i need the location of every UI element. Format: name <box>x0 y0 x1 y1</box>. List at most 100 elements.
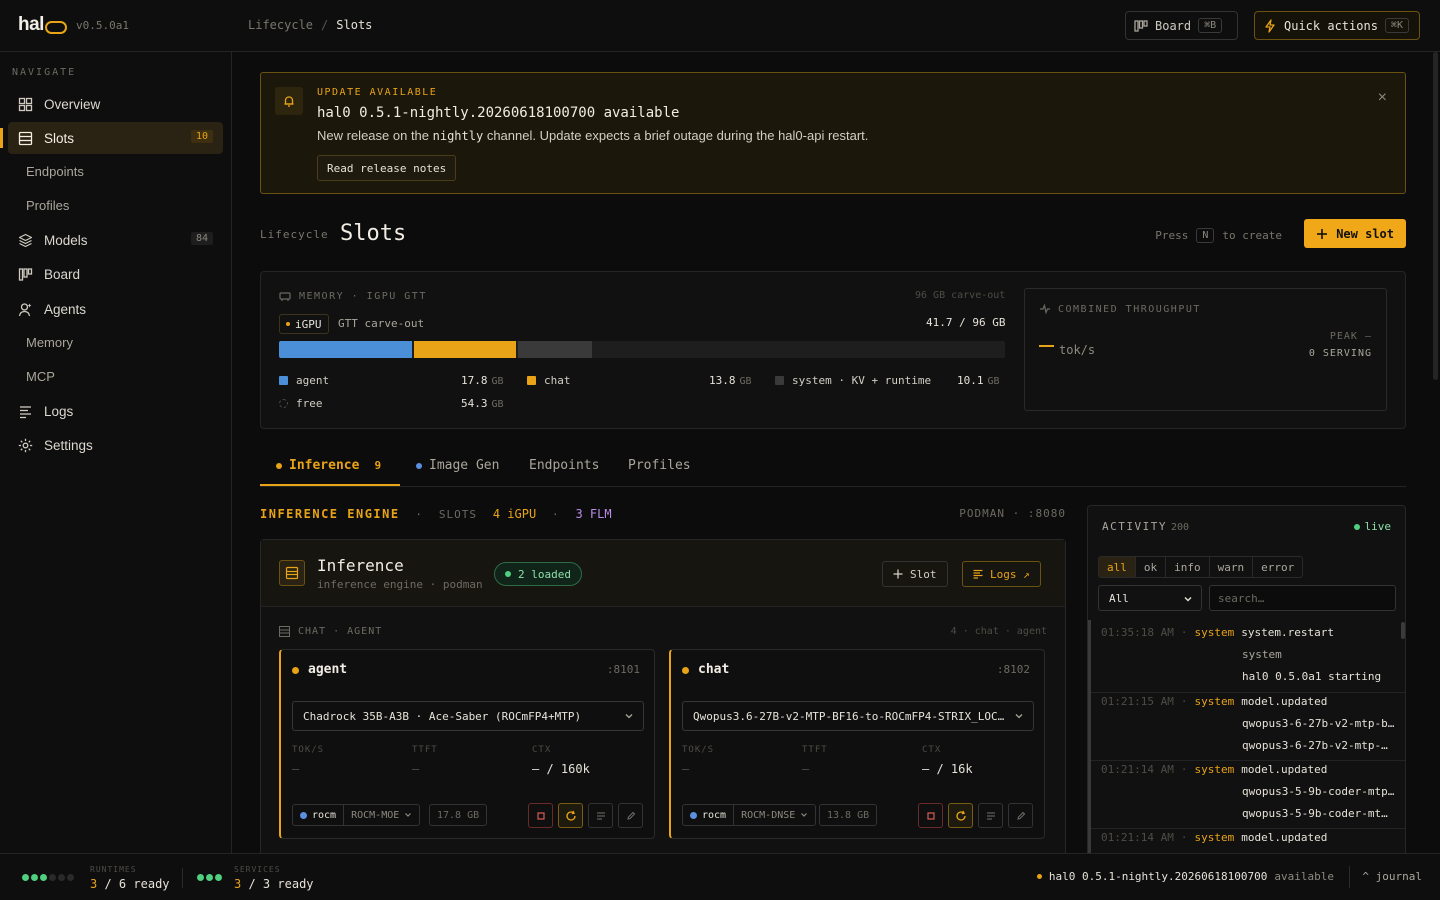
activity-panel: ACTIVITY 200 live all ok info warn error … <box>1087 505 1406 853</box>
sidebar-item-overview[interactable]: Overview <box>8 88 223 120</box>
activity-event[interactable]: 01:21:14 AM · system model.updated qwopus3-… <box>1101 758 1401 824</box>
activity-event[interactable]: 01:21:14 AM · system model.updated <box>1101 826 1401 848</box>
tab-count: 9 <box>374 459 382 472</box>
memory-heading-text: MEMORY · IGPU GTT <box>299 290 427 302</box>
sidebar-item-board[interactable]: Board <box>8 258 223 290</box>
throughput-empty-dash <box>1039 345 1054 347</box>
sidebar-item-memory[interactable]: Memory <box>26 335 73 350</box>
filter-all[interactable]: all <box>1099 557 1136 577</box>
logo-mark <box>44 20 67 34</box>
event-detail: hal0 0.5.0a1 starting <box>1242 669 1382 683</box>
edit-button[interactable] <box>618 803 643 828</box>
quick-actions-button[interactable]: Quick actions ⌘K <box>1254 11 1420 40</box>
page-scrollbar[interactable] <box>1433 52 1438 380</box>
filter-ok[interactable]: ok <box>1136 557 1167 577</box>
update-status[interactable]: hal0 0.5.1-nightly.20260618100700 availab… <box>1036 870 1334 883</box>
close-icon[interactable]: × <box>1378 89 1387 107</box>
board-button[interactable]: Board ⌘B <box>1125 11 1238 40</box>
legend-unit: GB <box>491 376 504 387</box>
slot-memory-badge: 13.8 GB <box>819 804 878 826</box>
pencil-icon <box>626 811 635 820</box>
feed-scrollbar[interactable] <box>1401 622 1405 639</box>
slot-status-dot <box>292 667 299 674</box>
engine-logs-button[interactable]: Logs ↗ <box>962 561 1041 587</box>
plus-icon <box>893 569 903 579</box>
runtime-selector[interactable]: rocm ROCM-DNSE <box>682 804 817 826</box>
stat-label: CTX <box>922 745 942 755</box>
legend-value-free: 54.3 GB <box>461 397 504 410</box>
restart-button[interactable] <box>948 803 973 828</box>
activity-feed[interactable]: 01:35:18 AM · system system.restart system … <box>1088 620 1405 853</box>
sidebar-item-mcp[interactable]: MCP <box>26 369 55 384</box>
tab-image-gen[interactable]: Image Gen <box>416 458 499 473</box>
event-time: 01:35:18 AM <box>1101 625 1174 639</box>
sidebar-item-endpoints[interactable]: Endpoints <box>26 164 84 179</box>
sidebar-item-models[interactable]: Models 84 <box>8 224 223 256</box>
slot-logs-button[interactable] <box>978 803 1003 828</box>
hint-text: Press <box>1155 229 1189 242</box>
release-notes-button[interactable]: Read release notes <box>317 155 457 181</box>
logs-icon <box>596 811 605 820</box>
activity-title: ACTIVITY <box>1102 520 1167 533</box>
services-status[interactable]: 3 / 3 ready <box>234 877 314 891</box>
sidebar-item-profiles[interactable]: Profiles <box>26 198 69 213</box>
runtime-label: rocm <box>702 809 727 821</box>
edit-button[interactable] <box>1008 803 1033 828</box>
chip-icon <box>279 292 291 301</box>
activity-event[interactable]: 01:21:15 AM · system model.updated qwopus3-… <box>1101 690 1401 756</box>
event-detail: system <box>1242 647 1282 661</box>
gear-icon <box>18 438 33 452</box>
legend-agent: agent <box>279 374 329 387</box>
journal-toggle[interactable]: ^ journal <box>1362 870 1422 883</box>
section-slots-label: SLOTS <box>438 508 477 521</box>
model-select[interactable]: Chadrock 35B-A3B · Ace-Saber (ROCmFP4+MT… <box>292 701 644 731</box>
filter-error[interactable]: error <box>1253 557 1302 577</box>
event-separator: · <box>1180 830 1188 844</box>
filter-info[interactable]: info <box>1166 557 1210 577</box>
tab-profiles[interactable]: Profiles <box>628 458 691 473</box>
event-source: system <box>1194 694 1235 708</box>
tab-endpoints[interactable]: Endpoints <box>529 458 599 473</box>
engine-subtitle: inference engine · podman <box>317 578 483 591</box>
breadcrumb-parent[interactable]: Lifecycle <box>248 18 313 32</box>
chip-label: iGPU <box>295 317 322 331</box>
app-version: v0.5.0a1 <box>76 19 129 32</box>
stat-label: TTFT <box>412 745 438 755</box>
new-slot-button[interactable]: New slot <box>1304 219 1406 248</box>
restart-button[interactable] <box>558 803 583 828</box>
logo[interactable]: hal <box>18 14 67 36</box>
throughput-peak: PEAK — 0 SERVING <box>1309 328 1372 362</box>
source-select[interactable]: All <box>1098 585 1202 611</box>
agent-icon <box>18 302 32 316</box>
runtimes-label: RUNTIMES <box>90 865 137 874</box>
event-detail: qwopus3-6-27b-v2-mtp-b… <box>1242 716 1395 730</box>
stat-toks: — <box>292 762 300 776</box>
slots-icon <box>18 131 33 145</box>
board-icon <box>18 267 33 281</box>
sidebar-item-agents[interactable]: Agents <box>8 293 223 325</box>
stop-button[interactable] <box>918 803 943 828</box>
legend-unit: GB <box>739 376 752 387</box>
engine-logs-label: Logs ↗ <box>990 567 1030 581</box>
runtimes-dots <box>22 874 74 881</box>
model-select[interactable]: Qwopus3.6-27B-v2-MTP-BF16-to-ROCmFP4-STR… <box>682 701 1034 731</box>
refresh-icon <box>565 810 576 821</box>
runtime-selector[interactable]: rocm ROCM-MOE <box>292 804 421 826</box>
sidebar-item-settings[interactable]: Settings <box>8 429 223 461</box>
sidebar-item-slots[interactable]: Slots 10 <box>0 122 223 154</box>
runtime-name: rocm <box>683 805 735 825</box>
runtime-variant: ROCM-DNSE <box>734 810 815 821</box>
slot-logs-button[interactable] <box>588 803 613 828</box>
tab-inference[interactable]: Inference 9 <box>276 458 381 473</box>
activity-event[interactable]: 01:35:18 AM · system system.restart system … <box>1101 621 1401 687</box>
sidebar-item-logs[interactable]: Logs <box>8 395 223 427</box>
add-slot-button[interactable]: Slot <box>882 561 948 587</box>
filter-warn[interactable]: warn <box>1210 557 1254 577</box>
legend-system: system · KV + runtime <box>775 374 931 387</box>
runtimes-status[interactable]: 3 / 6 ready <box>90 877 170 891</box>
level-filter: all ok info warn error <box>1098 556 1304 578</box>
activity-search-input[interactable] <box>1209 585 1396 611</box>
legend-chat: chat <box>527 374 571 387</box>
stop-button[interactable] <box>528 803 553 828</box>
sidebar-item-label: Agents <box>44 301 87 317</box>
